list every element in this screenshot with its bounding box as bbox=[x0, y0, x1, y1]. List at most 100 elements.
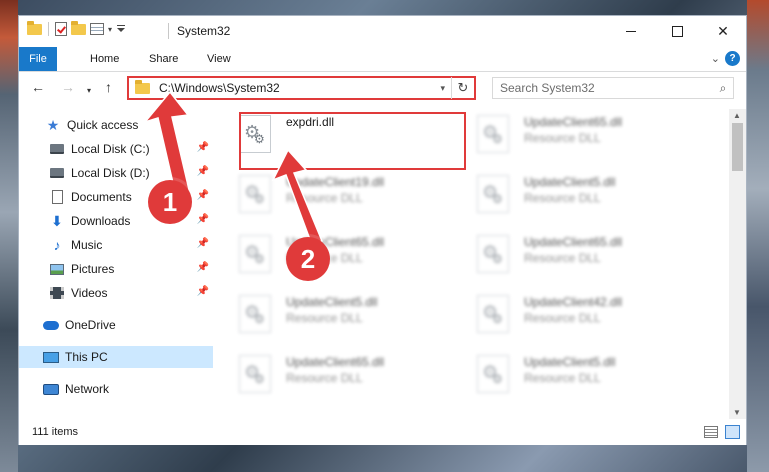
sidebar-item-label: Videos bbox=[71, 286, 108, 300]
window-title: System32 bbox=[177, 24, 231, 38]
toolbar-divider bbox=[48, 22, 49, 36]
dll-file-icon bbox=[477, 115, 509, 153]
sidebar-item-quick-access[interactable]: ★ Quick access bbox=[19, 114, 213, 136]
help-icon[interactable]: ? bbox=[725, 51, 740, 66]
forward-arrow-icon[interactable]: → bbox=[61, 80, 75, 94]
file-type: Resource DLL bbox=[524, 371, 601, 385]
pin-icon[interactable]: 📌 bbox=[197, 238, 209, 249]
sidebar-item-local-disk-d[interactable]: Local Disk (D:) 📌 bbox=[19, 162, 213, 184]
annotation-marker-2: 2 bbox=[286, 237, 330, 281]
recent-locations-icon[interactable]: ▾ bbox=[87, 84, 91, 98]
file-name: UpdateClient5.dll bbox=[524, 175, 616, 189]
sidebar-item-label: Network bbox=[65, 382, 110, 396]
pictures-icon bbox=[49, 261, 65, 277]
tab-view[interactable]: View bbox=[197, 47, 241, 71]
file-name: UpdateClient65.dll bbox=[286, 355, 385, 369]
properties-icon[interactable] bbox=[90, 23, 104, 35]
search-input[interactable]: Search System32 bbox=[493, 81, 713, 95]
pc-icon bbox=[43, 349, 59, 365]
file-item[interactable]: UpdateClient65.dll Resource DLL bbox=[459, 109, 689, 161]
refresh-icon[interactable]: ↻ bbox=[452, 80, 474, 96]
file-item[interactable]: UpdateClient5.dll Resource DLL bbox=[459, 349, 689, 401]
quick-access-toolbar: ▾ bbox=[27, 20, 126, 36]
up-arrow-icon[interactable]: ↑ bbox=[105, 80, 112, 94]
new-folder-icon[interactable] bbox=[71, 20, 86, 35]
back-arrow-icon[interactable]: ← bbox=[31, 80, 45, 94]
videos-icon bbox=[49, 285, 65, 301]
dll-file-icon bbox=[239, 235, 271, 273]
dll-file-icon bbox=[477, 175, 509, 213]
pin-icon[interactable]: 📌 bbox=[197, 142, 209, 153]
details-view-icon[interactable] bbox=[704, 426, 718, 438]
file-name: UpdateClient5.dll bbox=[286, 295, 378, 309]
sidebar-item-label: Music bbox=[71, 238, 103, 252]
file-explorer-window: ▾ System32 ✕ File Home Share View ⌄ ? ← … bbox=[18, 15, 747, 445]
minimize-button[interactable] bbox=[608, 16, 654, 47]
sidebar-item-label: Quick access bbox=[67, 118, 139, 132]
sidebar-item-label: Local Disk (C:) bbox=[71, 142, 150, 156]
file-item[interactable]: UpdateClient19.dll Resource DLL bbox=[221, 169, 451, 221]
sidebar-item-label: Downloads bbox=[71, 214, 131, 228]
caret-down-icon[interactable]: ▾ bbox=[108, 25, 112, 34]
desktop-background-left bbox=[0, 0, 18, 472]
address-bar[interactable]: C:\Windows\System32 ▾ ↻ bbox=[127, 76, 476, 100]
ribbon-tabs: File Home Share View ⌄ ? bbox=[19, 47, 746, 72]
sidebar-item-label: Local Disk (D:) bbox=[71, 166, 150, 180]
address-path[interactable]: C:\Windows\System32 bbox=[159, 81, 440, 95]
pin-icon[interactable]: 📌 bbox=[197, 214, 209, 225]
sidebar-item-videos[interactable]: Videos 📌 bbox=[19, 282, 213, 304]
file-item[interactable]: UpdateClient42.dll Resource DLL bbox=[459, 289, 689, 341]
title-bar: ▾ System32 ✕ bbox=[19, 16, 746, 47]
sidebar-item-local-disk-c[interactable]: Local Disk (C:) 📌 bbox=[19, 138, 213, 160]
music-icon: ♪ bbox=[53, 237, 61, 253]
file-name: UpdateClient5.dll bbox=[524, 355, 616, 369]
search-box[interactable]: Search System32 ⌕ bbox=[492, 77, 734, 99]
annotation-marker-1: 1 bbox=[148, 180, 192, 224]
dll-file-icon bbox=[477, 355, 509, 393]
file-item[interactable]: UpdateClient65.dll Resource DLL bbox=[221, 349, 451, 401]
search-icon[interactable]: ⌕ bbox=[713, 81, 733, 96]
scroll-up-icon[interactable]: ▲ bbox=[733, 111, 741, 120]
file-item[interactable]: UpdateClient65.dll Resource DLL bbox=[459, 229, 689, 281]
highlight-box bbox=[239, 112, 466, 170]
file-name: UpdateClient65.dll bbox=[524, 235, 623, 249]
chevron-down-icon[interactable]: ▾ bbox=[440, 83, 445, 94]
scroll-thumb[interactable] bbox=[732, 123, 743, 171]
pin-icon[interactable]: 📌 bbox=[197, 286, 209, 297]
file-name: UpdateClient19.dll bbox=[286, 175, 385, 189]
file-item[interactable]: UpdateClient5.dll Resource DLL bbox=[459, 169, 689, 221]
sidebar-item-pictures[interactable]: Pictures 📌 bbox=[19, 258, 213, 280]
pin-icon[interactable]: 📌 bbox=[197, 190, 209, 201]
dll-file-icon bbox=[239, 295, 271, 333]
sidebar-item-network[interactable]: Network bbox=[19, 378, 213, 400]
pin-icon[interactable]: 📌 bbox=[197, 262, 209, 273]
sidebar-item-label: Documents bbox=[71, 190, 132, 204]
customize-toolbar-icon[interactable] bbox=[116, 24, 126, 34]
large-icons-view-icon[interactable] bbox=[725, 425, 740, 439]
document-icon bbox=[49, 189, 65, 205]
tab-share[interactable]: Share bbox=[139, 47, 188, 71]
maximize-button[interactable] bbox=[654, 16, 700, 47]
sidebar-item-music[interactable]: ♪ Music 📌 bbox=[19, 234, 213, 256]
file-item[interactable]: UpdateClient65.dll Resource DLL bbox=[221, 229, 451, 281]
pin-icon[interactable]: 📌 bbox=[197, 166, 209, 177]
chevron-down-icon[interactable]: ⌄ bbox=[711, 52, 720, 65]
star-icon: ★ bbox=[46, 116, 60, 133]
file-item[interactable]: UpdateClient5.dll Resource DLL bbox=[221, 289, 451, 341]
scroll-down-icon[interactable]: ▼ bbox=[733, 408, 741, 417]
vertical-scrollbar[interactable]: ▲ ▼ bbox=[729, 109, 746, 419]
properties-check-icon[interactable] bbox=[55, 22, 67, 36]
dll-file-icon bbox=[477, 235, 509, 273]
file-type: Resource DLL bbox=[524, 251, 601, 265]
tab-home[interactable]: Home bbox=[80, 47, 129, 71]
close-button[interactable]: ✕ bbox=[700, 16, 746, 47]
navigation-pane: ★ Quick access Local Disk (C:) 📌 Local D… bbox=[19, 109, 213, 419]
sidebar-item-onedrive[interactable]: OneDrive bbox=[19, 314, 213, 336]
tab-file[interactable]: File bbox=[19, 47, 57, 71]
file-type: Resource DLL bbox=[286, 191, 363, 205]
drive-icon bbox=[49, 141, 65, 157]
sidebar-item-this-pc[interactable]: This PC bbox=[19, 346, 213, 368]
file-type: Resource DLL bbox=[286, 371, 363, 385]
desktop-background-right bbox=[747, 0, 769, 472]
sidebar-item-label: Pictures bbox=[71, 262, 115, 276]
